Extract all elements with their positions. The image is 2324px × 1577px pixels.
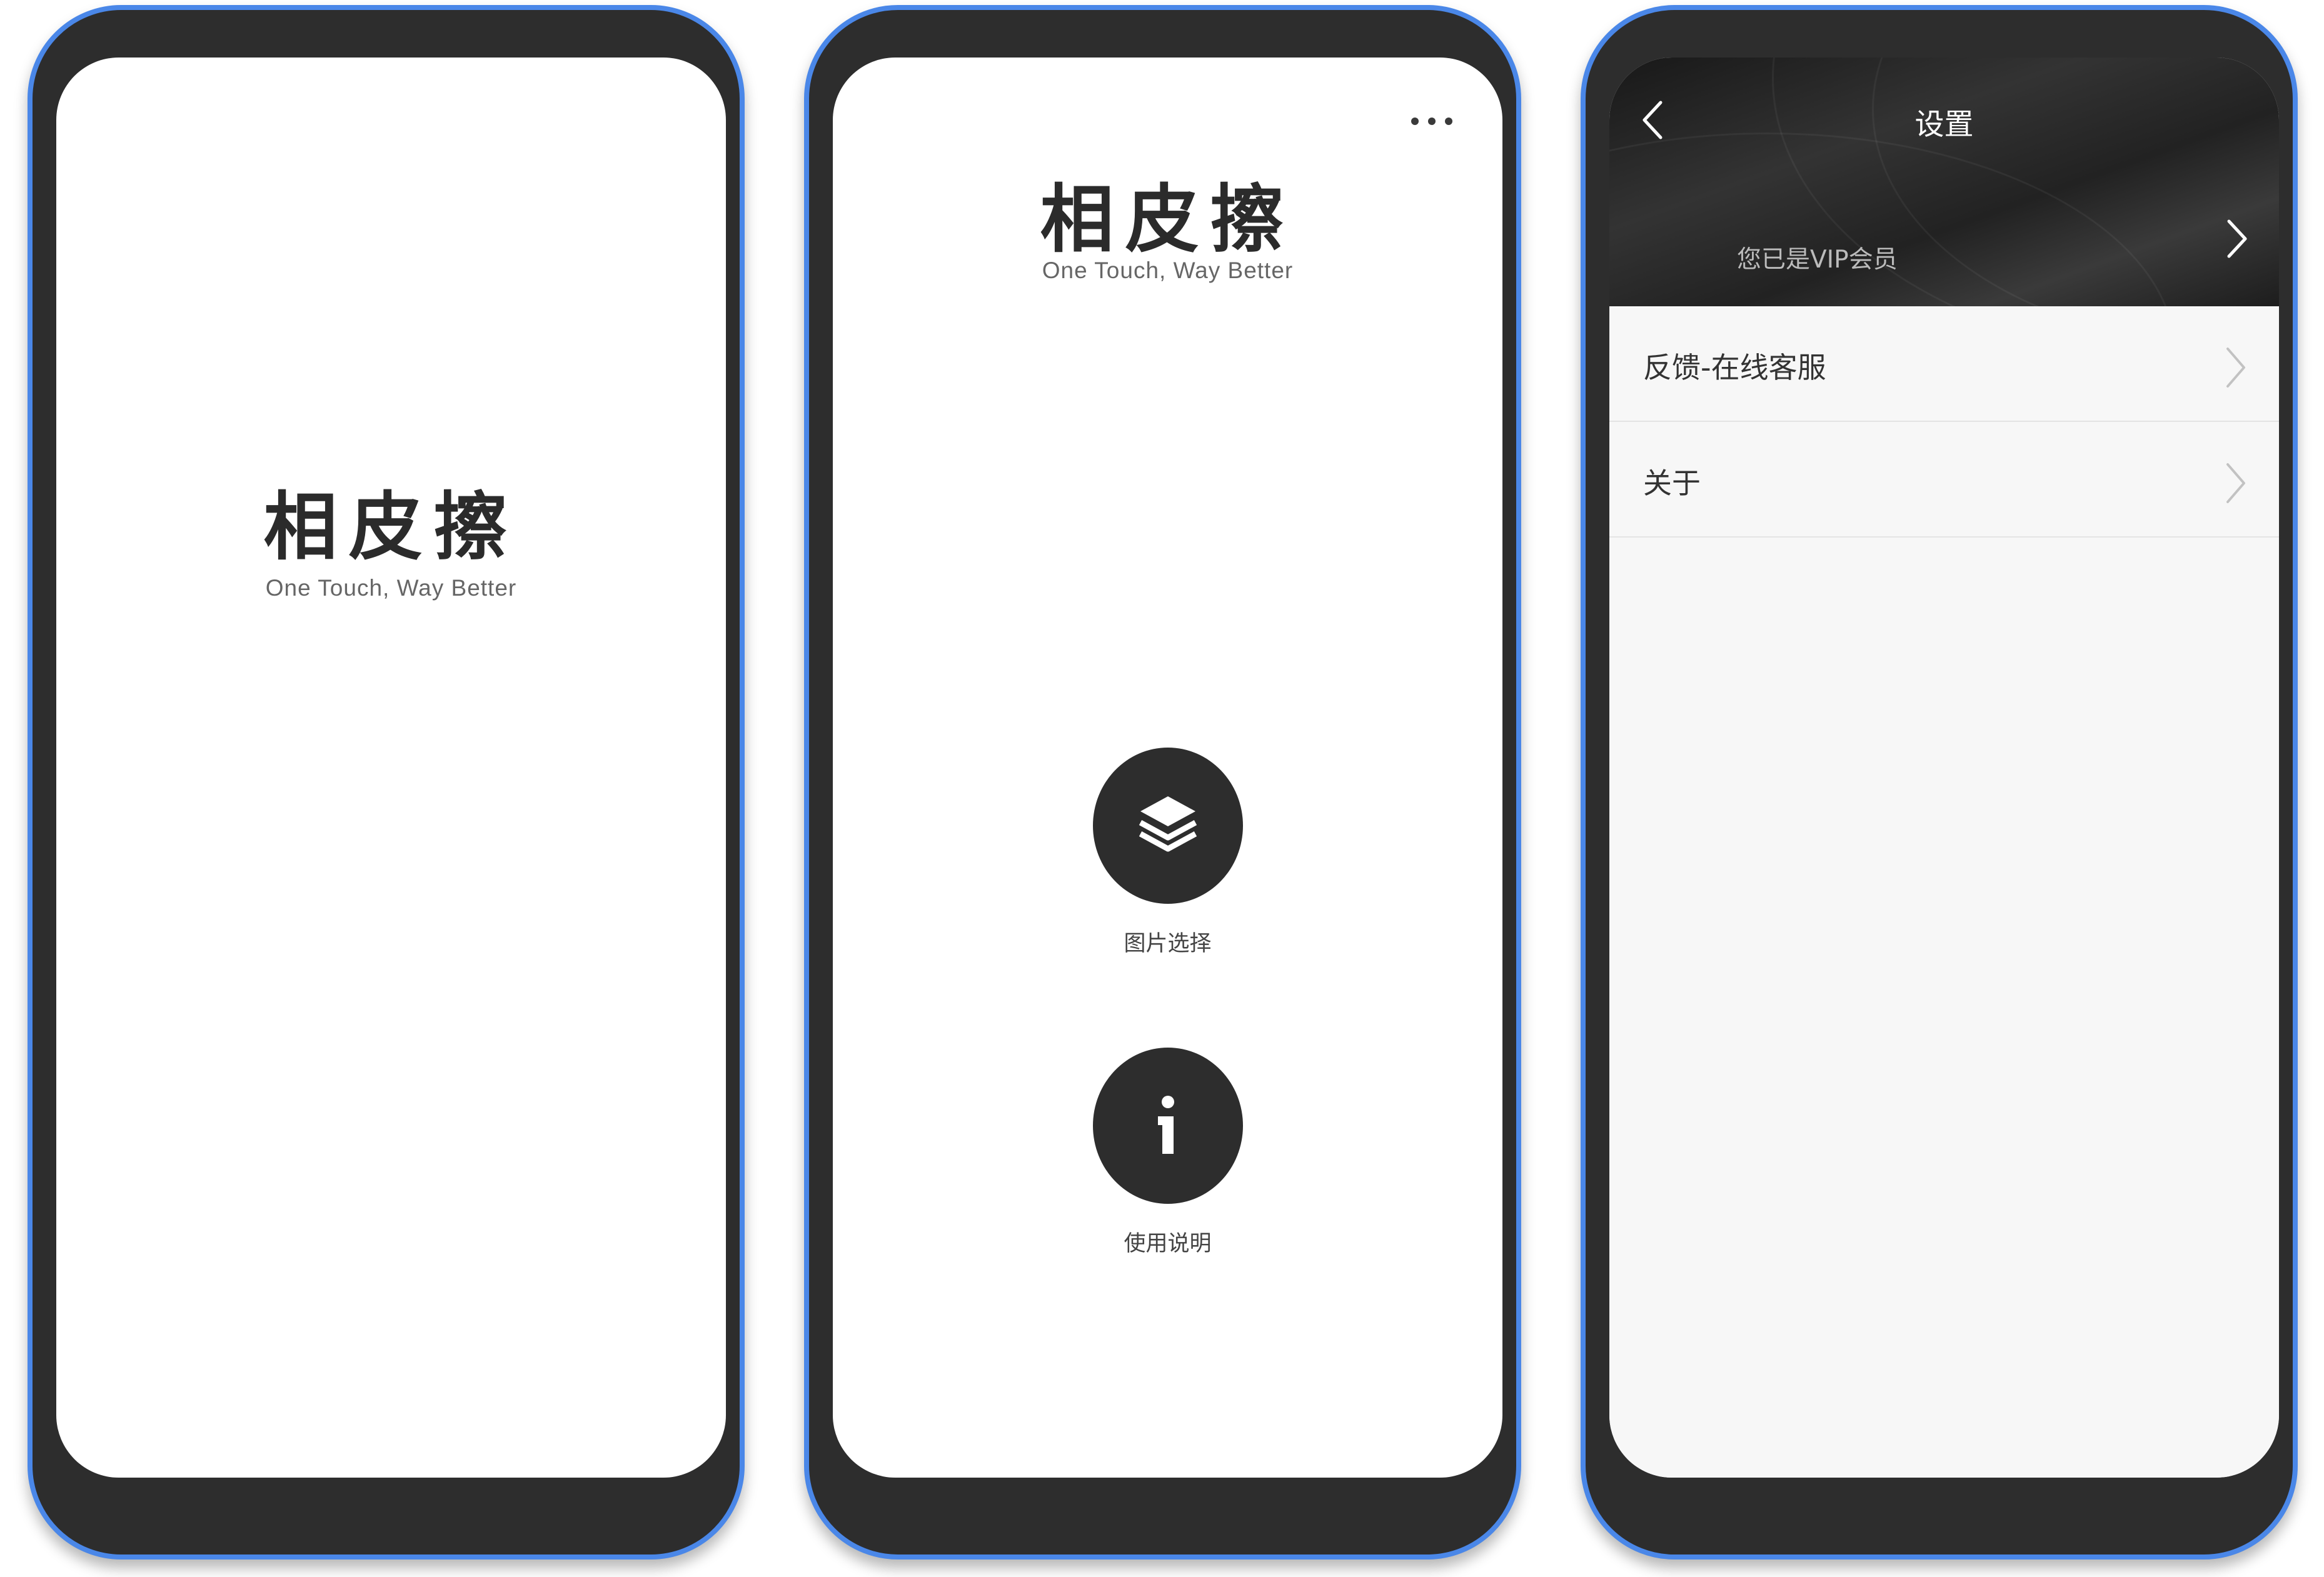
settings-list: 反馈-在线客服 关于 <box>1609 306 2279 1478</box>
app-logo-title: 相皮擦 <box>1040 176 1295 263</box>
phone-frame-splash: 相皮擦 One Touch, Way Better <box>28 5 745 1559</box>
info-icon <box>1158 1096 1174 1154</box>
app-tagline: One Touch, Way Better <box>265 575 517 601</box>
settings-header: 设置 您已是VIP会员 <box>1609 58 2279 306</box>
list-item-feedback[interactable]: 反馈-在线客服 <box>1609 306 2279 422</box>
instructions-label: 使用说明 <box>1124 1231 1212 1256</box>
phone-frame-home: 相皮擦 One Touch, Way Better 图片选择 使用说明 <box>804 5 1521 1559</box>
page-title: 设置 <box>1914 108 1974 142</box>
chevron-right-icon <box>2226 463 2245 503</box>
chevron-right-icon <box>2227 219 2247 258</box>
list-item-about[interactable]: 关于 <box>1609 422 2279 538</box>
layers-icon <box>1139 796 1197 852</box>
list-item-label: 关于 <box>1643 466 1701 500</box>
phone-frame-settings: 设置 您已是VIP会员 反馈-在线客服 关于 <box>1581 5 2298 1559</box>
app-tagline: One Touch, Way Better <box>1042 258 1294 283</box>
home-screen: 相皮擦 One Touch, Way Better 图片选择 使用说明 <box>833 58 1502 1478</box>
list-item-label: 反馈-在线客服 <box>1643 351 1826 384</box>
vip-status-row[interactable]: 您已是VIP会员 <box>1609 214 2279 289</box>
vip-status-text: 您已是VIP会员 <box>1737 246 1898 274</box>
splash-screen: 相皮擦 One Touch, Way Better <box>56 58 726 1478</box>
select-image-button[interactable] <box>1093 748 1243 904</box>
app-logo-title: 相皮擦 <box>263 484 519 570</box>
instructions-button[interactable] <box>1093 1048 1243 1204</box>
more-horizontal-icon[interactable] <box>1410 108 1454 133</box>
select-image-label: 图片选择 <box>1124 931 1212 956</box>
settings-screen: 设置 您已是VIP会员 反馈-在线客服 关于 <box>1609 58 2279 1478</box>
chevron-right-icon <box>2226 348 2245 388</box>
